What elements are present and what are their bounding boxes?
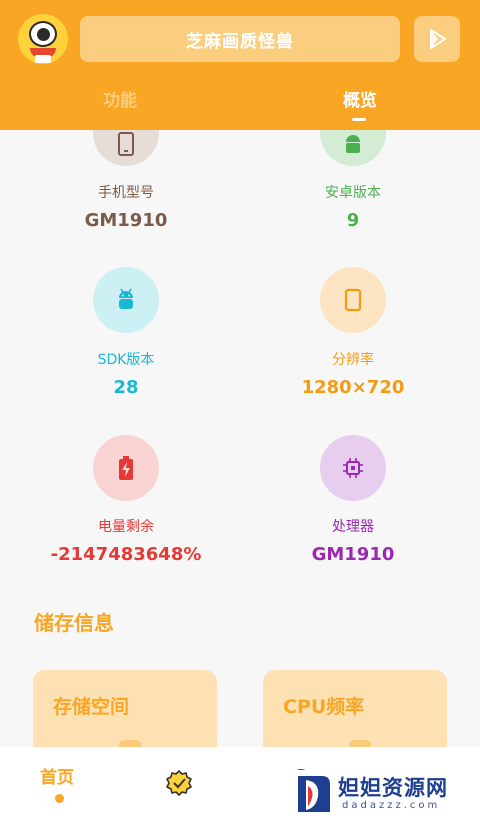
- screen-icon: [344, 288, 362, 312]
- watermark-title: 妲妲资源网: [338, 776, 448, 800]
- resolution-value: 1280×720: [301, 377, 405, 398]
- play-icon: [430, 29, 446, 49]
- processor-label: 处理器: [332, 519, 374, 535]
- watermark-logo-icon: [298, 776, 330, 812]
- android-version-label: 安卓版本: [325, 185, 381, 201]
- phone-model-label: 手机型号: [98, 185, 154, 201]
- sdk-version-value: 28: [113, 377, 139, 398]
- storage-space-label: 存储空间: [53, 696, 130, 718]
- android-icon: [119, 288, 133, 309]
- overview-content[interactable]: 手机型号 GM1910 安卓版本 9 SDK版本 28 分辨率 1280×720: [0, 130, 480, 747]
- sdk-version-label: SDK版本: [97, 352, 155, 368]
- watermark-subtitle: dadazzz.com: [342, 800, 441, 811]
- badge-check-icon[interactable]: [165, 769, 193, 801]
- resolution-circle: [320, 267, 386, 333]
- tab-overview[interactable]: 概览: [290, 86, 430, 111]
- tab-indicator: [352, 118, 366, 121]
- watermark: 妲妲资源网 dadazzz.com: [292, 770, 477, 818]
- battery-icon: [119, 456, 133, 480]
- storage-section-title: 储存信息: [34, 611, 114, 635]
- resolution-label: 分辨率: [332, 352, 374, 368]
- nav-home-indicator: [55, 794, 64, 803]
- app-title-box[interactable]: 芝麻画质怪兽: [80, 16, 400, 62]
- sdk-version-circle: [93, 267, 159, 333]
- nav-home[interactable]: 首页: [40, 763, 74, 788]
- android-icon: [346, 135, 360, 153]
- app-title: 芝麻画质怪兽: [186, 31, 294, 52]
- storage-space-card[interactable]: 存储空间: [33, 670, 217, 747]
- cpu-frequency-label: CPU频率: [283, 696, 365, 718]
- android-version-value: 9: [346, 210, 360, 231]
- monster-avatar-icon[interactable]: [18, 14, 68, 64]
- cpu-frequency-card[interactable]: CPU频率: [263, 670, 447, 747]
- battery-circle: [93, 435, 159, 501]
- cpu-icon: [343, 458, 363, 478]
- play-button[interactable]: [414, 16, 460, 62]
- app-header: 芝麻画质怪兽 功能 概览: [0, 0, 480, 130]
- phone-model-value: GM1910: [84, 210, 168, 231]
- phone-model-circle: [93, 130, 159, 166]
- phone-icon: [118, 132, 134, 156]
- battery-label: 电量剩余: [98, 519, 154, 535]
- android-version-circle: [320, 130, 386, 166]
- processor-value: GM1910: [311, 544, 395, 565]
- tab-features[interactable]: 功能: [50, 86, 190, 111]
- processor-circle: [320, 435, 386, 501]
- battery-value: -2147483648%: [50, 544, 202, 565]
